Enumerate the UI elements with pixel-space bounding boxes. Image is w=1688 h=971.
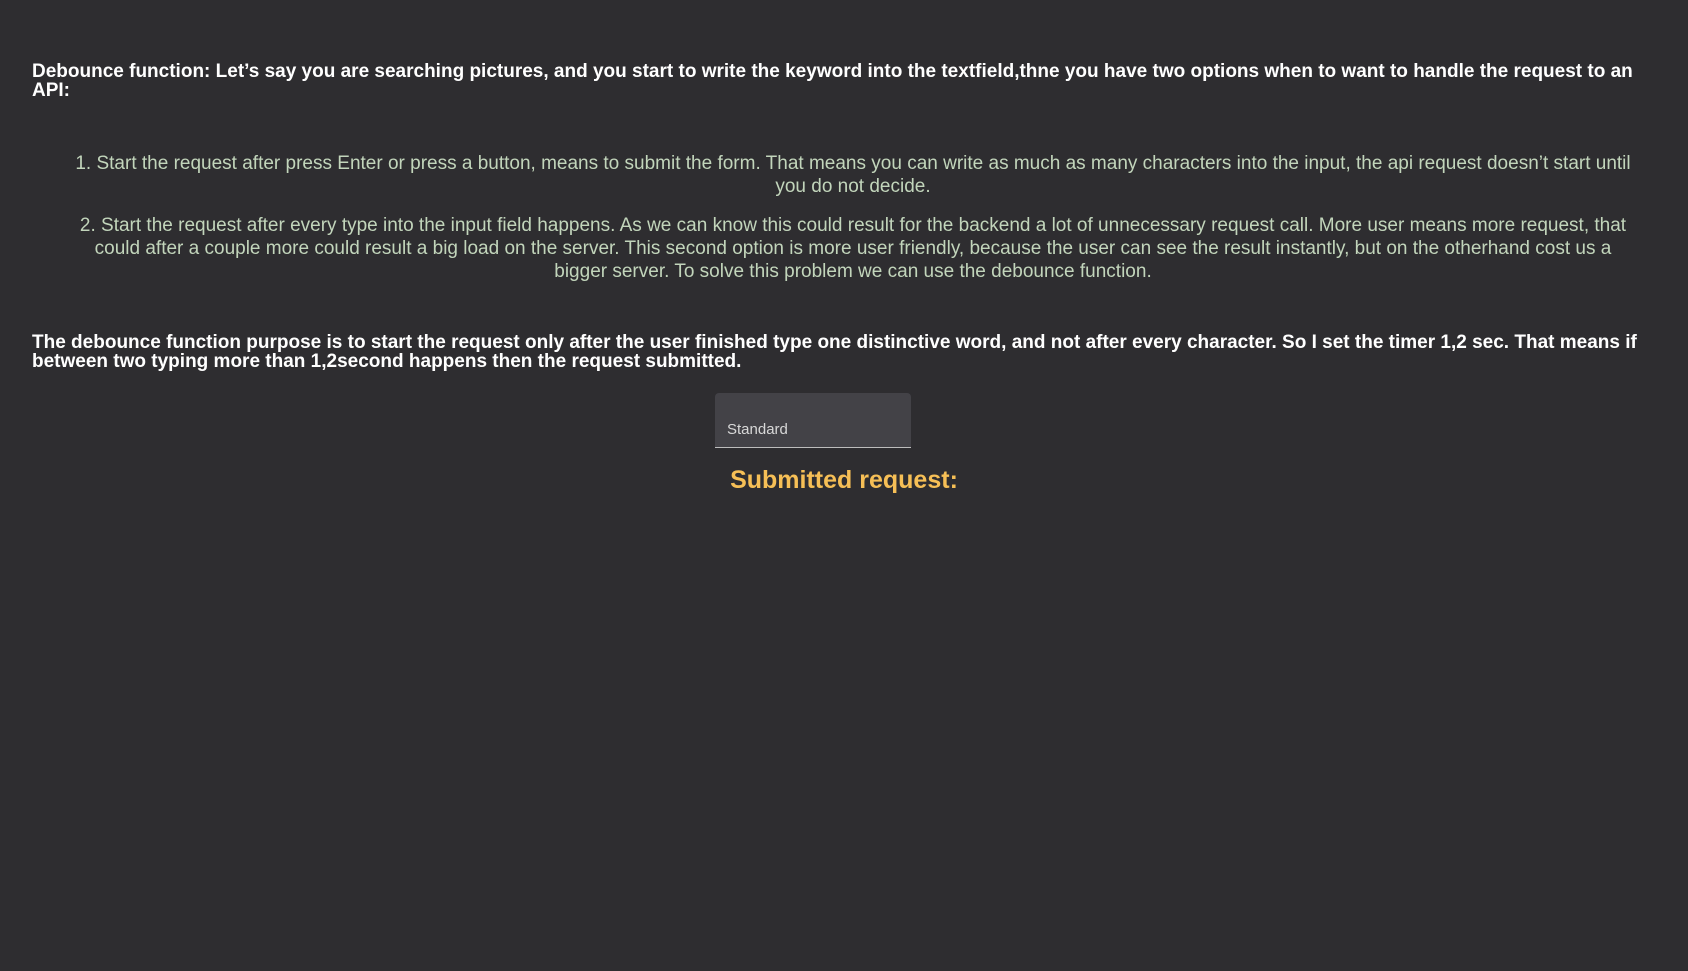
- submitted-request-heading: Submitted request:: [730, 466, 958, 494]
- options-list: 1. Start the request after press Enter o…: [68, 152, 1638, 299]
- search-input[interactable]: [715, 393, 911, 447]
- option-item-2: 2. Start the request after every type in…: [79, 215, 1627, 282]
- search-field[interactable]: [715, 393, 911, 448]
- option-item-1: 1. Start the request after press Enter o…: [75, 153, 1631, 197]
- intro-text: Debounce function: Let’s say you are sea…: [32, 61, 1633, 101]
- purpose-text: The debounce function purpose is to star…: [32, 332, 1637, 372]
